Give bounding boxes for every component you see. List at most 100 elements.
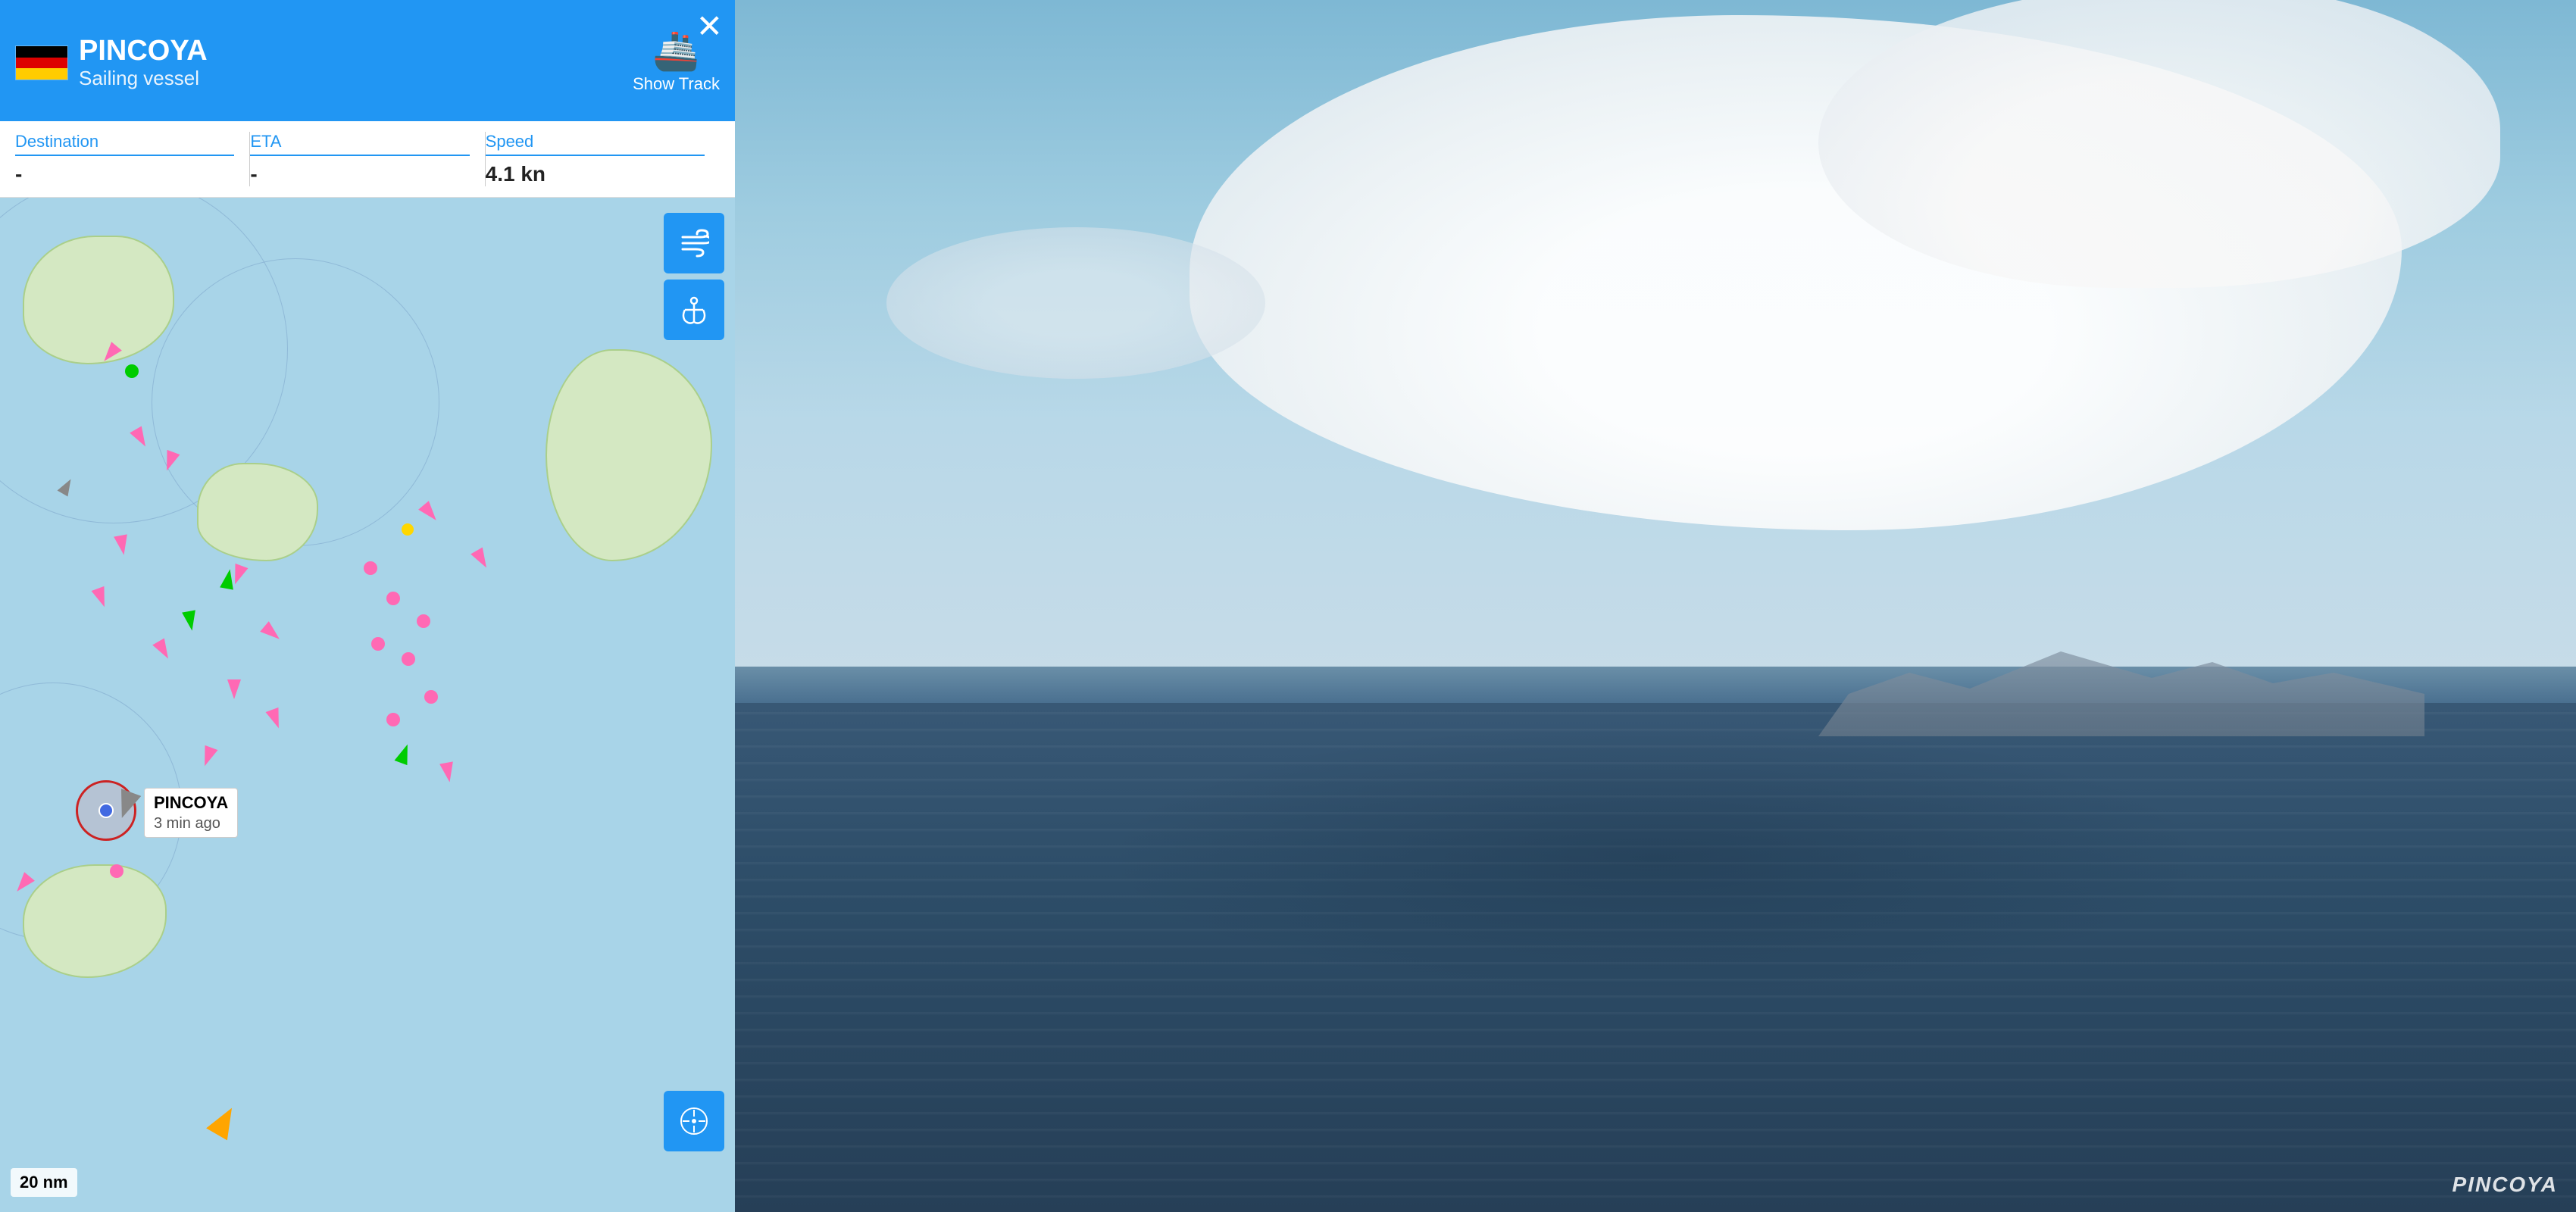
pincoya-dot — [98, 803, 114, 818]
vessel-marker-5 — [91, 569, 105, 589]
orange-arrow — [206, 1102, 242, 1141]
vessel-marker-4 — [114, 516, 127, 536]
island-right — [546, 349, 712, 561]
green-arrow-2 — [182, 610, 199, 632]
vessel-marker-10 — [265, 690, 279, 710]
pink-dot-6 — [424, 690, 438, 704]
vessel-marker-pd7 — [386, 713, 400, 726]
speed-label: Speed — [486, 132, 705, 156]
vessel-type: Sailing vessel — [79, 67, 622, 90]
flag-red-stripe — [16, 58, 67, 69]
right-panel: PINCOYA — [735, 0, 2576, 1212]
pink-dot-2 — [386, 592, 400, 605]
vessel-marker-pd8 — [110, 864, 123, 878]
vessel-marker-pd2 — [386, 592, 400, 605]
pink-arrow-5 — [92, 586, 111, 610]
compass-icon — [679, 1106, 709, 1136]
pink-dot-5 — [371, 637, 385, 651]
pink-arrow-10 — [266, 708, 286, 731]
yellow-dot-1 — [402, 523, 414, 536]
vessel-marker-6 — [152, 622, 165, 642]
flag-black-stripe — [16, 46, 67, 58]
vessel-header: PINCOYA Sailing vessel 🚢 Show Track ✕ — [0, 0, 735, 121]
vessel-marker-9 — [227, 660, 241, 679]
speed-col: Speed 4.1 kn — [486, 132, 720, 186]
vessel-marker-ga3 — [394, 743, 408, 763]
vessel-marker-12 — [417, 486, 430, 505]
vessel-marker-2 — [167, 433, 180, 452]
clouds-layer — [735, 0, 2576, 703]
ship-icon: 🚢 — [652, 32, 699, 70]
pink-arrow-8 — [260, 621, 283, 645]
vessel-marker-7 — [235, 546, 249, 566]
cloud-2 — [1818, 0, 2500, 288]
eta-col: ETA - — [250, 132, 485, 186]
vessel-marker-15 — [23, 857, 36, 876]
destination-col: Destination - — [15, 132, 250, 186]
vessel-marker-1 — [129, 410, 142, 430]
vessel-marker-pd6 — [424, 690, 438, 704]
speed-value: 4.1 kn — [486, 162, 705, 186]
pink-arrow-4 — [114, 534, 130, 556]
vessel-marker-11 — [205, 728, 218, 748]
anchor-icon — [679, 295, 709, 325]
eta-value: - — [250, 162, 469, 186]
pink-dot-8 — [110, 864, 123, 878]
watermark: PINCOYA — [2453, 1173, 2559, 1197]
destination-label: Destination — [15, 132, 234, 156]
pincoya-popup: PINCOYA 3 min ago — [144, 788, 238, 838]
vessel-marker-3 — [110, 326, 123, 346]
pink-dot-3 — [417, 614, 430, 628]
north-arrow — [212, 1106, 236, 1136]
pink-dot-7 — [386, 713, 400, 726]
pink-dot-1 — [364, 561, 377, 575]
anchor-button[interactable] — [664, 280, 724, 340]
pincoya-name: PINCOYA — [154, 793, 228, 812]
cloud-3 — [886, 227, 1265, 379]
pink-arrow-6 — [152, 639, 174, 663]
vessel-marker-pd5 — [371, 637, 385, 651]
pincoya-vessel[interactable]: PINCOYA 3 min ago — [76, 780, 136, 841]
vessel-marker-green-dot — [125, 364, 139, 378]
pink-arrow-9 — [227, 679, 241, 699]
wind-toggle-button[interactable] — [664, 213, 724, 273]
map-area[interactable]: PINCOYA 3 min ago — [0, 198, 735, 1212]
vessel-marker-ga2 — [182, 592, 195, 611]
germany-flag — [15, 45, 68, 80]
pincoya-time: 3 min ago — [154, 815, 220, 832]
vessel-marker-yd — [402, 523, 414, 536]
green-dot-1 — [125, 364, 139, 378]
map-controls — [664, 213, 724, 340]
vessel-marker-gray — [61, 478, 73, 495]
pink-dot-4 — [402, 652, 415, 666]
vessel-info: PINCOYA Sailing vessel — [79, 36, 622, 91]
pink-arrow-12 — [418, 501, 442, 524]
eta-label: ETA — [250, 132, 469, 156]
vessel-marker-8 — [258, 607, 271, 626]
compass-button[interactable] — [664, 1091, 724, 1151]
vessel-marker-pd1 — [364, 561, 377, 575]
vessel-name: PINCOYA — [79, 36, 622, 67]
ocean-photo: PINCOYA — [735, 0, 2576, 1212]
pink-arrow-13 — [470, 548, 492, 572]
ocean-dark-patch — [1103, 721, 2208, 994]
pink-arrow-7 — [229, 564, 249, 587]
vessel-marker-14 — [439, 743, 453, 763]
scale-label: 20 nm — [20, 1173, 68, 1192]
pink-arrow-14 — [439, 761, 456, 783]
green-arrow-3 — [395, 742, 414, 765]
scale-bar: 20 nm — [11, 1168, 77, 1197]
island-middle — [197, 463, 318, 561]
pincoya-circle — [76, 780, 136, 841]
wind-icon — [679, 228, 709, 258]
vessel-marker-13 — [470, 531, 483, 551]
left-panel: PINCOYA Sailing vessel 🚢 Show Track ✕ De… — [0, 0, 735, 1212]
pink-arrow-11 — [199, 745, 218, 769]
vessel-marker-pd4 — [402, 652, 415, 666]
show-track-label[interactable]: Show Track — [633, 74, 720, 94]
close-button[interactable]: ✕ — [696, 11, 723, 42]
ocean-area — [735, 667, 2576, 1212]
vessel-marker-pd3 — [417, 614, 430, 628]
island-bottom-left — [23, 864, 167, 978]
info-bar: Destination - ETA - Speed 4.1 kn — [0, 121, 735, 198]
